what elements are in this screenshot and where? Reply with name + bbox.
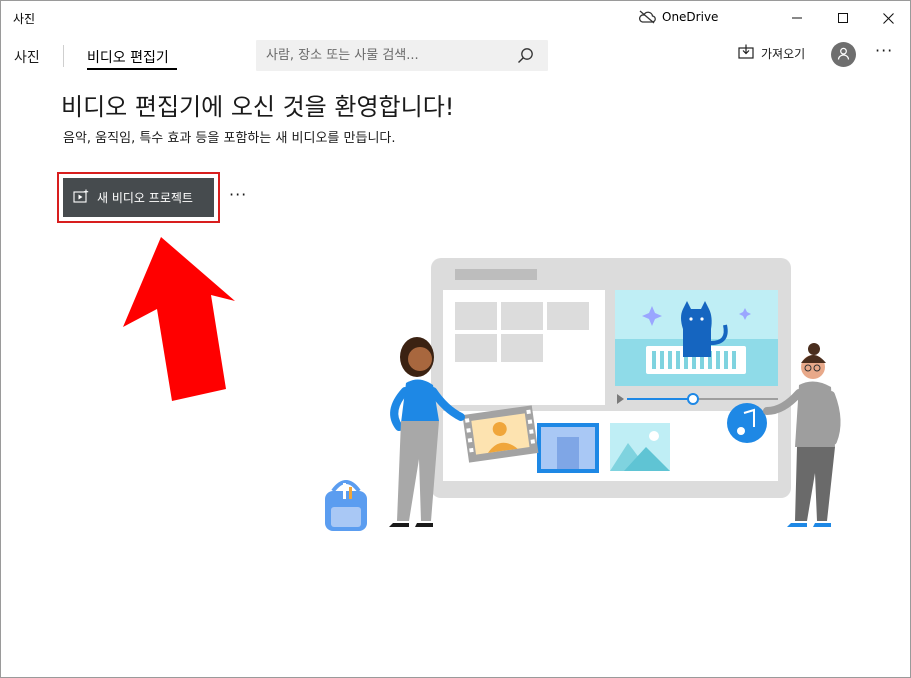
minimize-button[interactable]	[774, 1, 820, 35]
close-icon	[882, 12, 894, 24]
minimize-icon	[792, 13, 802, 23]
new-video-project-button[interactable]: 새 비디오 프로젝트	[63, 178, 214, 217]
import-icon	[738, 44, 754, 62]
video-project-icon	[73, 189, 89, 206]
person-icon	[837, 45, 850, 64]
account-avatar-button[interactable]	[831, 42, 856, 67]
page-subtitle: 음악, 움직임, 특수 효과 등을 포함하는 새 비디오를 만듭니다.	[63, 131, 396, 146]
nav-bar: 사진 비디오 편집기 가져오기	[1, 35, 910, 77]
new-project-label: 새 비디오 프로젝트	[97, 191, 193, 205]
photos-app-window: 사진 OneDrive 사진 비디오 편집기 사람, 장소 또는 사물 검색..…	[0, 0, 911, 678]
nav-divider	[63, 45, 64, 67]
nav-photos-link[interactable]: 사진	[14, 47, 40, 67]
maximize-icon	[838, 13, 848, 23]
active-tab-indicator	[87, 68, 177, 70]
onedrive-label: OneDrive	[662, 10, 719, 24]
more-options-button[interactable]: ···	[875, 41, 893, 60]
app-title: 사진	[13, 12, 36, 26]
red-arrow-annotation	[123, 237, 235, 401]
page-title: 비디오 편집기에 오신 것을 환영합니다!	[61, 93, 455, 121]
import-button[interactable]: 가져오기	[738, 44, 805, 62]
search-box	[256, 40, 548, 71]
search-icon[interactable]	[517, 47, 534, 68]
import-label: 가져오기	[761, 46, 806, 61]
maximize-button[interactable]	[820, 1, 866, 35]
project-more-options-button[interactable]: ···	[229, 185, 247, 204]
title-bar: 사진 OneDrive	[1, 1, 910, 35]
close-button[interactable]	[865, 1, 910, 35]
welcome-illustration	[325, 258, 841, 531]
onedrive-status-button[interactable]: OneDrive	[638, 10, 718, 24]
tab-video-editor[interactable]: 비디오 편집기	[87, 47, 169, 67]
search-input[interactable]	[256, 40, 506, 71]
cloud-off-icon	[638, 10, 656, 24]
